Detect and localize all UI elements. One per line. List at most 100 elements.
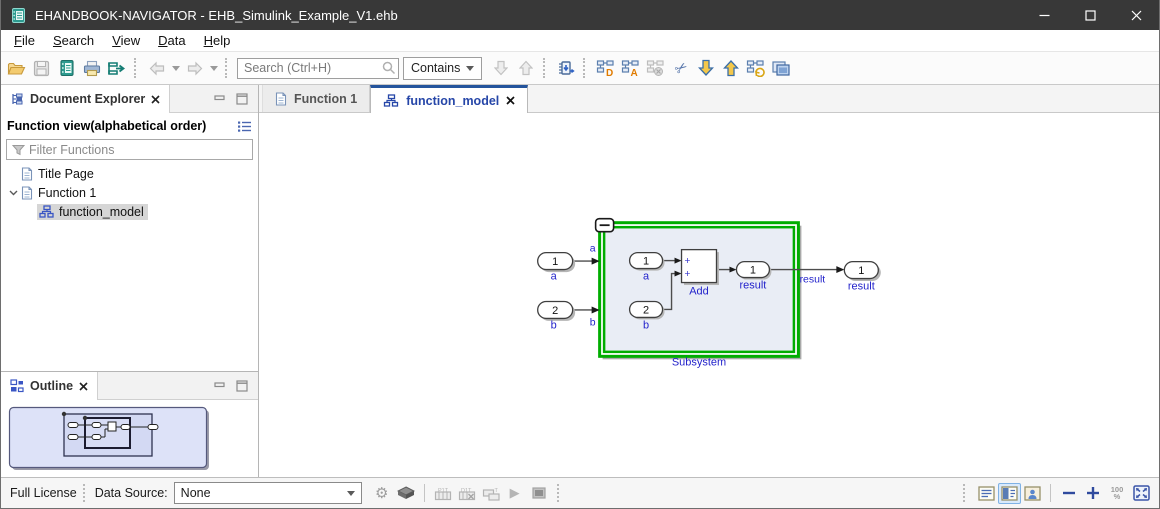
minimize-panel-icon[interactable] xyxy=(214,381,226,391)
inport-b-block[interactable]: 2 xyxy=(538,301,575,320)
contains-dropdown[interactable]: Contains xyxy=(403,57,482,80)
back-dropdown-button[interactable] xyxy=(169,56,182,81)
zoom-100-button[interactable]: 100 % xyxy=(1105,481,1129,505)
page-view-button[interactable] xyxy=(975,483,998,504)
model-annotation-icon: A xyxy=(621,59,640,77)
outline-icon xyxy=(10,379,24,393)
inport-a-label: a xyxy=(551,271,558,283)
measurement-remove-button[interactable]: D1T xyxy=(455,481,479,505)
tree-item-title-page[interactable]: Title Page xyxy=(1,164,258,183)
print-button[interactable] xyxy=(79,56,104,81)
tree-item-function-model[interactable]: function_model xyxy=(1,202,258,221)
document-explorer-body: Function view(alphabetical order) xyxy=(1,113,258,371)
data-provider-button[interactable] xyxy=(394,481,418,505)
model-refresh-button[interactable] xyxy=(743,56,768,81)
save-button[interactable] xyxy=(29,56,54,81)
zoom-out-icon xyxy=(1062,486,1076,500)
export-handbook-button[interactable] xyxy=(104,56,129,81)
open-folder-icon xyxy=(7,60,26,77)
measurement-sync-icon: T xyxy=(482,486,500,501)
outline-panel: Outline xyxy=(1,371,258,477)
statusbar-grip xyxy=(557,484,563,502)
person-view-button[interactable] xyxy=(1021,483,1044,504)
import-model-button[interactable] xyxy=(693,56,718,81)
menu-file[interactable]: File xyxy=(5,31,44,50)
inner-outport-result-block[interactable]: 1 xyxy=(736,262,771,280)
tab-function-1[interactable]: Function 1 xyxy=(262,85,370,112)
menu-search[interactable]: Search xyxy=(44,31,103,50)
forward-button[interactable] xyxy=(182,56,207,81)
svg-text:+: + xyxy=(685,269,691,280)
collapse-subsystem-button[interactable] xyxy=(596,219,614,232)
toolbar-grip xyxy=(225,58,232,78)
svg-text:2: 2 xyxy=(643,304,649,316)
maximize-button[interactable] xyxy=(1067,0,1113,30)
close-button[interactable] xyxy=(1113,0,1159,30)
model-canvas[interactable]: 1 a 2 b a b xyxy=(259,113,1159,477)
wire-label-result: result xyxy=(800,275,826,286)
model-disable-button[interactable] xyxy=(643,56,668,81)
play-icon: ▶ xyxy=(510,485,520,501)
add-block[interactable]: + + xyxy=(682,250,719,285)
inner-inport-a-label: a xyxy=(643,271,650,283)
open-handbook-button[interactable] xyxy=(4,56,29,81)
tab-function-model[interactable]: function_model xyxy=(370,85,528,113)
model-data-button[interactable]: D xyxy=(593,56,618,81)
outport-result-block[interactable]: 1 xyxy=(844,262,880,281)
handbook-properties-button[interactable] xyxy=(54,56,79,81)
outline-tab[interactable]: Outline xyxy=(1,372,98,400)
document-explorer-tab[interactable]: Document Explorer xyxy=(1,85,170,113)
minimize-panel-icon[interactable] xyxy=(214,94,226,104)
play-button[interactable]: ▶ xyxy=(503,481,527,505)
model-cut-button[interactable]: ✂ xyxy=(668,56,693,81)
search-input[interactable] xyxy=(237,58,399,79)
menu-view[interactable]: View xyxy=(103,31,149,50)
inner-inport-b-block[interactable]: 2 xyxy=(630,301,665,319)
app-icon xyxy=(10,7,27,24)
filter-functions-input[interactable] xyxy=(7,140,252,159)
back-button[interactable] xyxy=(144,56,169,81)
settings-button[interactable]: ⚙ xyxy=(370,481,394,505)
close-icon[interactable] xyxy=(79,382,88,391)
chevron-down-icon xyxy=(347,491,355,496)
model-icon xyxy=(383,94,399,107)
menu-data[interactable]: Data xyxy=(149,31,194,50)
fit-to-screen-button[interactable] xyxy=(1129,481,1153,505)
selected-tree-item: function_model xyxy=(37,204,148,220)
zoom-in-button[interactable] xyxy=(1081,481,1105,505)
model-integration-button[interactable] xyxy=(553,56,578,81)
up-arrow-icon xyxy=(519,60,533,76)
svg-text:1: 1 xyxy=(858,265,864,277)
tree-item-label: Function 1 xyxy=(38,186,96,200)
inport-a-block[interactable]: 1 xyxy=(538,253,575,272)
minimize-button[interactable] xyxy=(1021,0,1067,30)
print-icon xyxy=(83,60,101,77)
search-previous-button[interactable] xyxy=(513,56,538,81)
zoom-out-button[interactable] xyxy=(1057,481,1081,505)
svg-text:D: D xyxy=(606,68,613,77)
maximize-panel-icon[interactable] xyxy=(236,93,248,105)
svg-text:1: 1 xyxy=(750,265,756,277)
inner-inport-b-label: b xyxy=(643,319,649,331)
search-next-button[interactable] xyxy=(488,56,513,81)
model-annotation-button[interactable]: A xyxy=(618,56,643,81)
measurement-sync-button[interactable]: T xyxy=(479,481,503,505)
tree-item-function-1[interactable]: Function 1 xyxy=(1,183,258,202)
data-source-select[interactable]: None xyxy=(174,482,362,504)
expander-chevron-icon[interactable] xyxy=(5,190,21,196)
views-button[interactable] xyxy=(768,56,793,81)
inner-inport-a-block[interactable]: 1 xyxy=(630,253,665,271)
close-icon[interactable] xyxy=(506,96,515,105)
outline-thumbnail[interactable] xyxy=(8,404,214,474)
search-icon xyxy=(382,61,396,75)
maximize-panel-icon[interactable] xyxy=(236,380,248,392)
view-menu-icon[interactable] xyxy=(237,120,252,133)
export-model-button[interactable] xyxy=(718,56,743,81)
measurement-grid-button[interactable]: P1T xyxy=(431,481,455,505)
menu-help[interactable]: Help xyxy=(195,31,240,50)
inport-b-label: b xyxy=(551,319,557,331)
close-icon[interactable] xyxy=(151,95,160,104)
stop-button[interactable] xyxy=(527,481,551,505)
split-view-button[interactable] xyxy=(998,483,1021,504)
forward-dropdown-button[interactable] xyxy=(207,56,220,81)
